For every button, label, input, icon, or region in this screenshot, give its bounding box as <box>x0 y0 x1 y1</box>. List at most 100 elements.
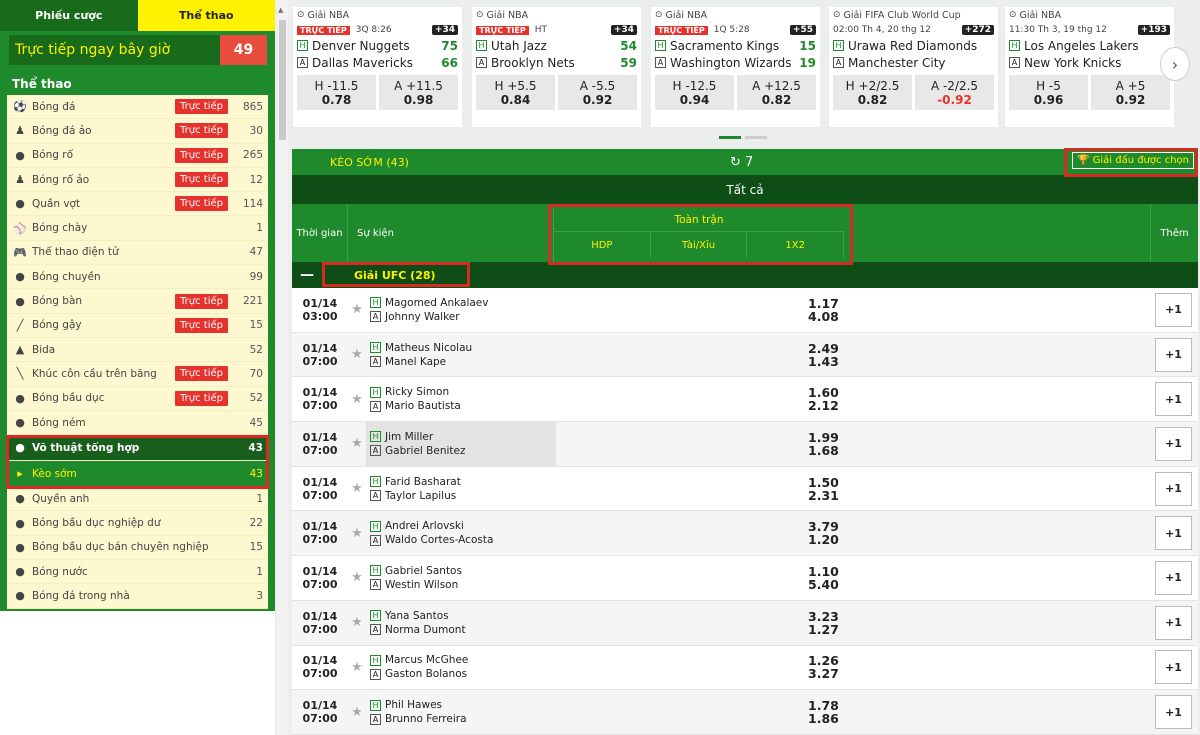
favorite-star-icon[interactable]: ★ <box>348 392 366 407</box>
odds-1x2[interactable]: 3.79 1.20 <box>808 520 839 546</box>
live-badge[interactable]: Trực tiếp <box>175 366 228 382</box>
collapse-icon[interactable]: — <box>292 267 322 283</box>
more-markets-button[interactable]: +1 <box>1155 382 1192 417</box>
sidebar-item[interactable]: ● Bóng bàn Trực tiếp 221 <box>7 289 268 314</box>
odds-button[interactable]: A +11.5 0.98 <box>379 75 458 110</box>
odds-button[interactable]: H +2/2.5 0.82 <box>833 75 912 110</box>
odds-1x2[interactable]: 1.60 2.12 <box>808 386 839 412</box>
more-markets-button[interactable]: +1 <box>1155 426 1192 461</box>
odds-away[interactable]: 4.08 <box>808 310 839 323</box>
sidebar-item[interactable]: ● Bóng đá trong nhà 3 <box>7 584 268 609</box>
more-markets-badge[interactable]: +34 <box>431 25 458 35</box>
favorite-star-icon[interactable]: ★ <box>348 570 366 585</box>
live-badge[interactable]: Trực tiếp <box>175 99 228 115</box>
favorite-star-icon[interactable]: ★ <box>348 481 366 496</box>
table-row[interactable]: 01/14 07:00 ★ H Jim Miller A Gabriel Benitez 1.… <box>292 422 1198 467</box>
sidebar-item[interactable]: ● Bóng bầu dục bán chuyên nghiệp 15 <box>7 535 268 561</box>
sidebar-item[interactable]: ● Bóng nước 1 <box>7 560 268 585</box>
odds-button[interactable]: H +5.5 0.84 <box>476 75 555 110</box>
odds-button[interactable]: A -2/2.5 -0.92 <box>915 75 994 110</box>
odds-home[interactable]: 3.23 <box>808 610 839 623</box>
scroll-up-icon[interactable]: ▲ <box>278 6 283 14</box>
odds-button[interactable]: A +5 0.92 <box>1091 75 1170 110</box>
next-arrow-icon[interactable]: › <box>1160 47 1190 81</box>
match-event[interactable]: H Yana Santos A Norma Dumont <box>366 601 556 645</box>
sidebar-item[interactable]: ♟ Bóng rổ ảo Trực tiếp 12 <box>7 167 268 193</box>
odds-home[interactable]: 1.99 <box>808 431 839 444</box>
match-card[interactable]: ⊙ Giải NBA TRỰC TIẾP HT +34 H Utah Jazz 54 A Broo… <box>472 7 641 127</box>
odds-away[interactable]: 1.20 <box>808 533 839 546</box>
scrollbar-thumb[interactable] <box>279 20 286 140</box>
sidebar-item[interactable]: ♟ Bóng đá ảo Trực tiếp 30 <box>7 119 268 144</box>
more-markets-button[interactable]: +1 <box>1155 471 1192 506</box>
sidebar-item[interactable]: 🎮 Thể thao điện tử 47 <box>7 240 268 266</box>
table-row[interactable]: 01/14 07:00 ★ H Matheus Nicolau A Manel Kape 2.… <box>292 332 1198 378</box>
table-row[interactable]: 01/14 07:00 ★ H Marcus McGhee A Gaston Bolanos… <box>292 645 1198 691</box>
odds-home[interactable]: 1.17 <box>808 297 839 310</box>
odds-button[interactable]: H -5 0.96 <box>1009 75 1088 110</box>
sidebar-item[interactable]: ● Bóng chuyền 99 <box>7 265 268 290</box>
match-event[interactable]: H Magomed Ankalaev A Johnny Walker <box>366 288 556 332</box>
sidebar-item[interactable]: ╲ Khúc côn cầu trên băng Trực tiếp 70 <box>7 362 268 387</box>
more-markets-button[interactable]: +1 <box>1155 292 1192 327</box>
odds-button[interactable]: A +12.5 0.82 <box>737 75 816 110</box>
match-event[interactable]: H Marcus McGhee A Gaston Bolanos <box>366 646 556 690</box>
odds-1x2[interactable]: 1.78 1.86 <box>808 699 839 725</box>
more-markets-badge[interactable]: +272 <box>961 25 994 35</box>
odds-button[interactable]: A -5.5 0.92 <box>558 75 637 110</box>
more-markets-badge[interactable]: +193 <box>1137 25 1170 35</box>
sidebar-item[interactable]: ⚾ Bóng chày 1 <box>7 216 268 241</box>
table-row[interactable]: 01/14 07:00 ★ H Yana Santos A Norma Dumont 3.23… <box>292 600 1198 646</box>
favorite-star-icon[interactable]: ★ <box>348 705 366 720</box>
live-now-button[interactable]: Trực tiếp ngay bây giờ 49 <box>9 35 267 65</box>
sidebar-item[interactable]: ⚽ Bóng đá Trực tiếp 865 <box>7 95 268 120</box>
odds-button[interactable]: H -11.5 0.78 <box>297 75 376 110</box>
refresh-button[interactable]: ↻ 7 <box>730 155 753 170</box>
odds-away[interactable]: 2.31 <box>808 489 839 502</box>
sidebar-item[interactable]: ● Bóng bầu dục nghiệp dư 22 <box>7 511 268 536</box>
more-markets-badge[interactable]: +34 <box>610 25 637 35</box>
match-card[interactable]: ⊙ Giải NBA 11:30 Th 3, 19 thg 12 +193 H Los A… <box>1005 7 1174 127</box>
more-markets-button[interactable]: +1 <box>1155 560 1192 595</box>
carousel-dot[interactable] <box>745 136 767 139</box>
more-markets-button[interactable]: +1 <box>1155 516 1192 551</box>
live-badge[interactable]: Trực tiếp <box>175 123 228 139</box>
match-card[interactable]: ⊙ Giải FIFA Club World Cup 02:00 Th 4, 20 … <box>829 7 998 127</box>
match-card[interactable]: ⊙ Giải NBA TRỰC TIẾP 1Q 5:28 +55 H Sacramento … <box>651 7 820 127</box>
more-markets-button[interactable]: +1 <box>1155 650 1192 685</box>
table-row[interactable]: 01/14 03:00 ★ H Magomed Ankalaev A Johnny Walk… <box>292 288 1198 333</box>
odds-away[interactable]: 1.86 <box>808 712 839 725</box>
sidebar-item[interactable]: ● Bóng bầu dục Trực tiếp 52 <box>7 386 268 411</box>
match-event[interactable]: H Matheus Nicolau A Manel Kape <box>366 333 556 377</box>
odds-1x2[interactable]: 1.99 1.68 <box>808 431 839 457</box>
favorite-star-icon[interactable]: ★ <box>348 526 366 541</box>
sidebar-item[interactable]: ● Bóng rổ Trực tiếp 265 <box>7 143 268 168</box>
table-row[interactable]: 01/14 07:00 ★ H Farid Basharat A Taylor Lapilu… <box>292 466 1198 512</box>
match-event[interactable]: H Jim Miller A Gabriel Benitez <box>366 422 556 466</box>
odds-away[interactable]: 1.43 <box>808 355 839 368</box>
match-event[interactable]: H Farid Basharat A Taylor Lapilus <box>366 467 556 511</box>
all-label[interactable]: Tất cả <box>292 175 1198 204</box>
odds-away[interactable]: 3.27 <box>808 667 839 680</box>
odds-away[interactable]: 5.40 <box>808 578 839 591</box>
odds-1x2[interactable]: 2.49 1.43 <box>808 342 839 368</box>
favorite-star-icon[interactable]: ★ <box>348 615 366 630</box>
match-event[interactable]: H Andrei Arlovski A Waldo Cortes-Acosta <box>366 511 556 555</box>
table-row[interactable]: 01/14 07:00 ★ H Phil Hawes A Brunno Ferreira 1.… <box>292 690 1198 735</box>
sidebar-item[interactable]: ▲ Bida 52 <box>7 337 268 363</box>
sidebar-item[interactable]: ● Quyền anh 1 <box>7 487 268 512</box>
sidebar-item[interactable]: ● Bóng ném 45 <box>7 410 268 436</box>
table-row[interactable]: 01/14 07:00 ★ H Andrei Arlovski A Waldo Cortes… <box>292 511 1198 557</box>
live-badge[interactable]: Trực tiếp <box>175 147 228 163</box>
live-badge[interactable]: Trực tiếp <box>175 172 228 188</box>
sidebar-item[interactable]: ╱ Bóng gậy Trực tiếp 15 <box>7 313 268 338</box>
odds-away[interactable]: 2.12 <box>808 399 839 412</box>
match-event[interactable]: H Gabriel Santos A Westin Wilson <box>366 556 556 600</box>
more-markets-badge[interactable]: +55 <box>789 25 816 35</box>
favorite-star-icon[interactable]: ★ <box>348 347 366 362</box>
tab-bet-slip[interactable]: Phiếu cược <box>0 0 138 31</box>
favorite-star-icon[interactable]: ★ <box>348 302 366 317</box>
live-badge[interactable]: Trực tiếp <box>175 390 228 406</box>
match-event[interactable]: H Phil Hawes A Brunno Ferreira <box>366 690 556 734</box>
more-markets-button[interactable]: +1 <box>1155 337 1192 372</box>
